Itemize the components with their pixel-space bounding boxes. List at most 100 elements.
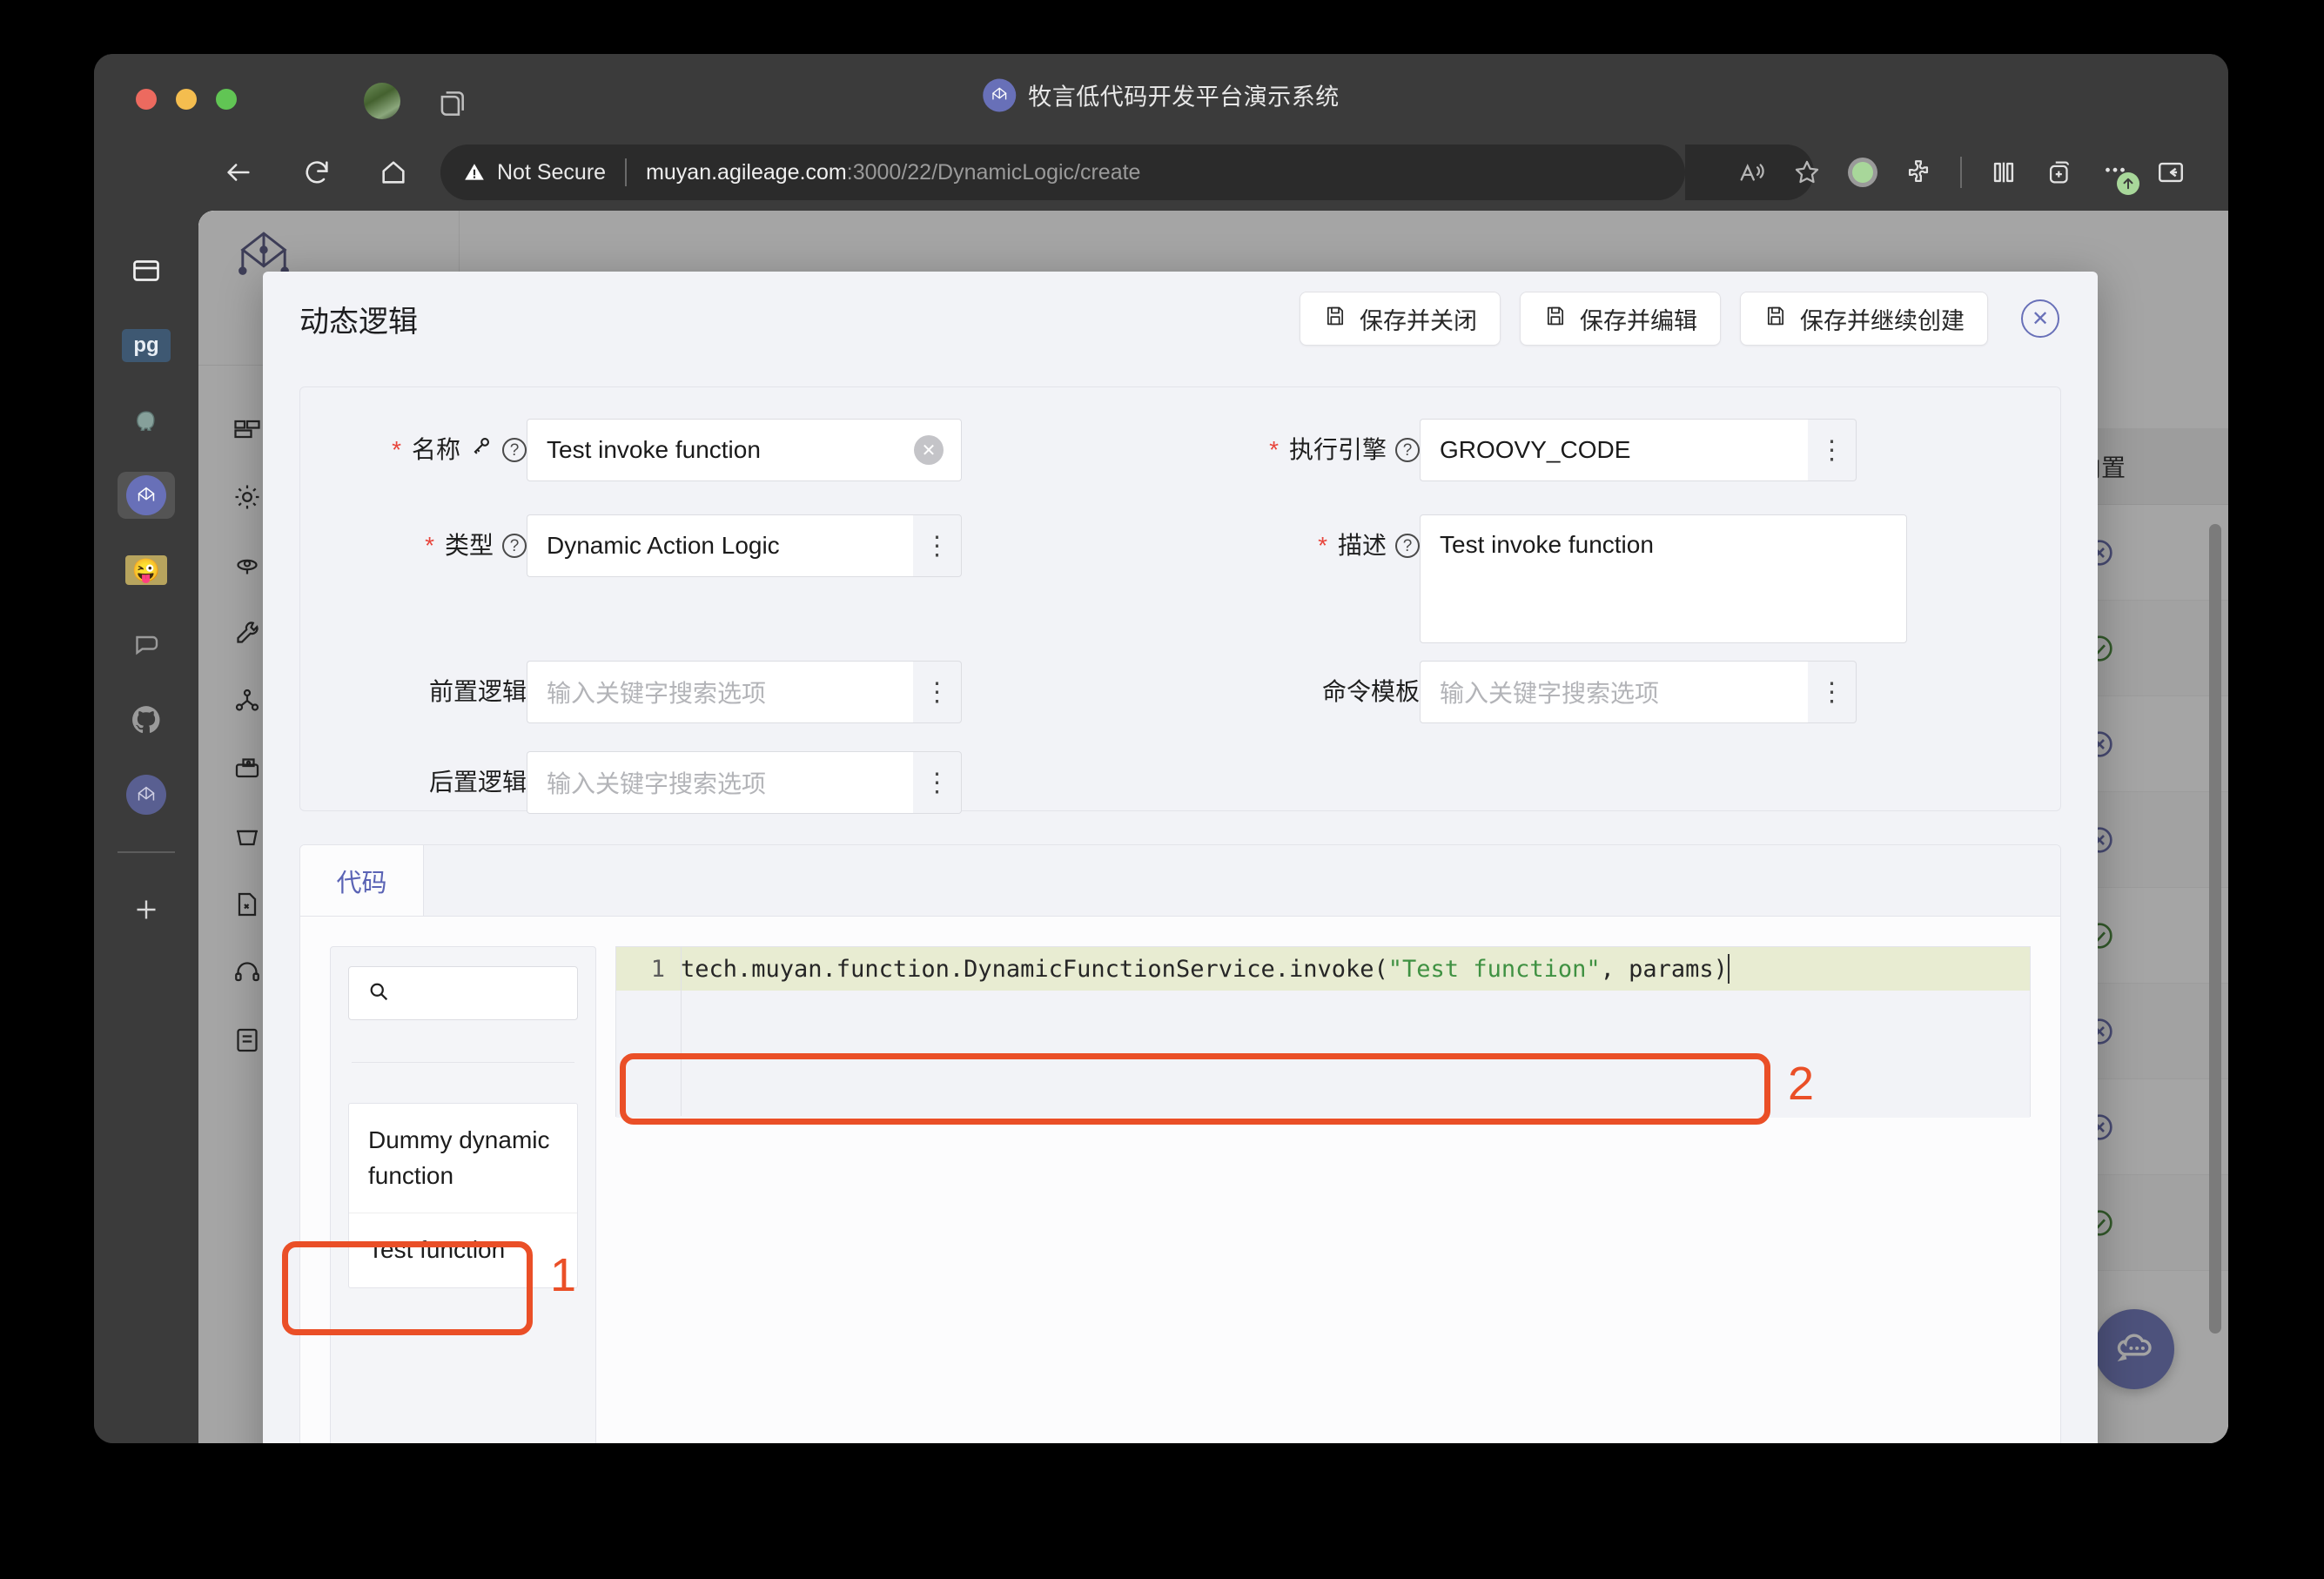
post-logic-label: 后置逻辑 bbox=[300, 751, 527, 814]
type-select-button[interactable]: ⋮ bbox=[913, 514, 962, 577]
type-select-value[interactable]: Dynamic Action Logic bbox=[527, 514, 913, 577]
save-and-continue-button[interactable]: 保存并继续创建 bbox=[1740, 292, 1988, 346]
help-icon[interactable]: ? bbox=[1395, 534, 1420, 558]
postgres-elephant-icon[interactable] bbox=[118, 397, 175, 444]
profile-icon[interactable] bbox=[1835, 144, 1891, 200]
name-input[interactable]: Test invoke function ✕ bbox=[527, 419, 962, 481]
extensions-icon[interactable] bbox=[1891, 144, 1946, 200]
maximize-window-button[interactable] bbox=[216, 89, 237, 110]
field-group-type: * 类型 ? Dynamic Action Logic ⋮ bbox=[300, 514, 962, 577]
pre-logic-input[interactable]: 输入关键字搜索选项 bbox=[527, 661, 913, 723]
split-screen-icon[interactable] bbox=[1976, 144, 2032, 200]
read-aloud-icon[interactable] bbox=[1723, 144, 1779, 200]
required-marker: * bbox=[392, 419, 401, 481]
list-item[interactable]: Test function bbox=[349, 1213, 577, 1287]
browser-window: 牧言低代码开发平台演示系统 bbox=[94, 54, 2228, 1443]
line-number: 1 bbox=[616, 956, 681, 983]
engine-input-wrap: GROOVY_CODE ⋮ bbox=[1420, 419, 1857, 481]
type-label-text: 类型 bbox=[445, 514, 494, 577]
close-icon[interactable]: ✕ bbox=[2021, 299, 2059, 338]
address-bar[interactable]: Not Secure muyan.agileage.com :3000/22/D… bbox=[440, 144, 1685, 200]
save-icon bbox=[1763, 304, 1788, 334]
muyan-icon[interactable] bbox=[118, 472, 175, 519]
field-group-description: * 描述 ? Test invoke function bbox=[1206, 514, 1907, 643]
search-icon bbox=[366, 979, 391, 1008]
command-template-select-button[interactable]: ⋮ bbox=[1808, 661, 1857, 723]
function-panel-divider bbox=[352, 1062, 574, 1063]
code-suffix: , params) bbox=[1601, 956, 1728, 983]
reload-icon[interactable] bbox=[292, 148, 341, 197]
save-and-edit-label: 保存并编辑 bbox=[1580, 302, 1697, 336]
modal-title: 动态逻辑 bbox=[299, 298, 418, 340]
editor-gutter-divider bbox=[681, 947, 682, 1116]
code-string-literal: "Test function" bbox=[1388, 956, 1601, 983]
code-editor[interactable]: 1 tech.muyan.function.DynamicFunctionSer… bbox=[615, 946, 2031, 1117]
function-list: Dummy dynamic function Test function bbox=[348, 1103, 578, 1288]
more-options-icon[interactable] bbox=[2087, 144, 2143, 200]
modal-action-buttons: 保存并关闭 保存并编辑 bbox=[1300, 292, 2059, 346]
emoji-icon[interactable]: 😜 bbox=[118, 547, 175, 594]
favorite-star-icon[interactable] bbox=[1779, 144, 1835, 200]
engine-select-value[interactable]: GROOVY_CODE bbox=[1420, 419, 1808, 481]
update-badge-icon bbox=[2117, 172, 2139, 195]
post-logic-select-button[interactable]: ⋮ bbox=[913, 751, 962, 814]
browser-toolbar: Not Secure muyan.agileage.com :3000/22/D… bbox=[94, 136, 2228, 211]
save-and-close-label: 保存并关闭 bbox=[1360, 302, 1477, 336]
sidebar-divider bbox=[118, 851, 175, 853]
help-icon[interactable]: ? bbox=[502, 438, 527, 462]
workspace-icon[interactable] bbox=[118, 247, 175, 294]
help-icon[interactable]: ? bbox=[1395, 438, 1420, 462]
save-and-continue-label: 保存并继续创建 bbox=[1800, 302, 1965, 336]
post-logic-input[interactable]: 输入关键字搜索选项 bbox=[527, 751, 913, 814]
text-caret bbox=[1728, 954, 1730, 984]
engine-select-button[interactable]: ⋮ bbox=[1808, 419, 1857, 481]
url-path-text: :3000/22/DynamicLogic/create bbox=[847, 160, 1141, 185]
browser-profile-avatar[interactable] bbox=[364, 83, 400, 119]
function-search-input[interactable] bbox=[348, 966, 578, 1020]
home-icon[interactable] bbox=[369, 148, 418, 197]
back-arrow-icon[interactable] bbox=[214, 148, 263, 197]
pre-logic-input-wrap: 输入关键字搜索选项 ⋮ bbox=[527, 661, 962, 723]
save-and-edit-button[interactable]: 保存并编辑 bbox=[1520, 292, 1721, 346]
muyan-alt-icon[interactable] bbox=[118, 771, 175, 818]
github-icon[interactable] bbox=[118, 696, 175, 743]
code-line-1[interactable]: 1 tech.muyan.function.DynamicFunctionSer… bbox=[616, 947, 2030, 991]
code-body: Dummy dynamic function Test function 1 t… bbox=[300, 917, 2060, 1443]
save-icon bbox=[1323, 304, 1347, 334]
description-textarea[interactable]: Test invoke function bbox=[1420, 514, 1907, 643]
tab-stack-icon[interactable] bbox=[435, 87, 468, 120]
list-item[interactable]: Dummy dynamic function bbox=[349, 1104, 577, 1213]
field-group-engine: * 执行引擎 ? GROOVY_CODE ⋮ bbox=[1206, 419, 1857, 481]
window-traffic-lights bbox=[136, 89, 237, 110]
sidebar-toggle-icon[interactable] bbox=[2143, 144, 2199, 200]
not-secure-warning-icon bbox=[463, 161, 486, 184]
browser-vertical-sidebar: pg 😜 bbox=[94, 211, 198, 1443]
command-template-input[interactable]: 输入关键字搜索选项 bbox=[1420, 661, 1808, 723]
save-and-close-button[interactable]: 保存并关闭 bbox=[1300, 292, 1501, 346]
window-title-text: 牧言低代码开发平台演示系统 bbox=[1028, 78, 1340, 112]
type-label: * 类型 ? bbox=[300, 514, 527, 577]
dynamic-logic-modal: 动态逻辑 保存并关闭 bbox=[263, 272, 2098, 1443]
add-icon[interactable] bbox=[118, 886, 175, 933]
toolbar-divider bbox=[1960, 157, 1962, 188]
close-window-button[interactable] bbox=[136, 89, 157, 110]
annotation-number-1: 1 bbox=[550, 1248, 576, 1302]
pre-logic-select-button[interactable]: ⋮ bbox=[913, 661, 962, 723]
collections-icon[interactable] bbox=[2032, 144, 2087, 200]
pg-icon[interactable]: pg bbox=[118, 322, 175, 369]
minimize-window-button[interactable] bbox=[176, 89, 197, 110]
description-label-text: 描述 bbox=[1338, 514, 1387, 577]
chat-icon[interactable] bbox=[118, 622, 175, 669]
field-group-pre-logic: 前置逻辑 输入关键字搜索选项 ⋮ bbox=[300, 661, 962, 723]
url-host-text: muyan.agileage.com bbox=[646, 160, 847, 185]
code-tabstrip: 代码 bbox=[300, 845, 2060, 917]
command-template-label: 命令模板 bbox=[1206, 661, 1420, 723]
field-group-command-template: 命令模板 输入关键字搜索选项 ⋮ bbox=[1206, 661, 1857, 723]
name-label-text: 名称 bbox=[412, 419, 460, 481]
name-label: * 名称 ? bbox=[300, 419, 527, 481]
tab-code[interactable]: 代码 bbox=[300, 845, 424, 916]
clear-icon[interactable]: ✕ bbox=[914, 435, 944, 465]
engine-value-text: GROOVY_CODE bbox=[1440, 436, 1630, 464]
help-icon[interactable]: ? bbox=[502, 534, 527, 558]
description-label: * 描述 ? bbox=[1206, 514, 1420, 577]
